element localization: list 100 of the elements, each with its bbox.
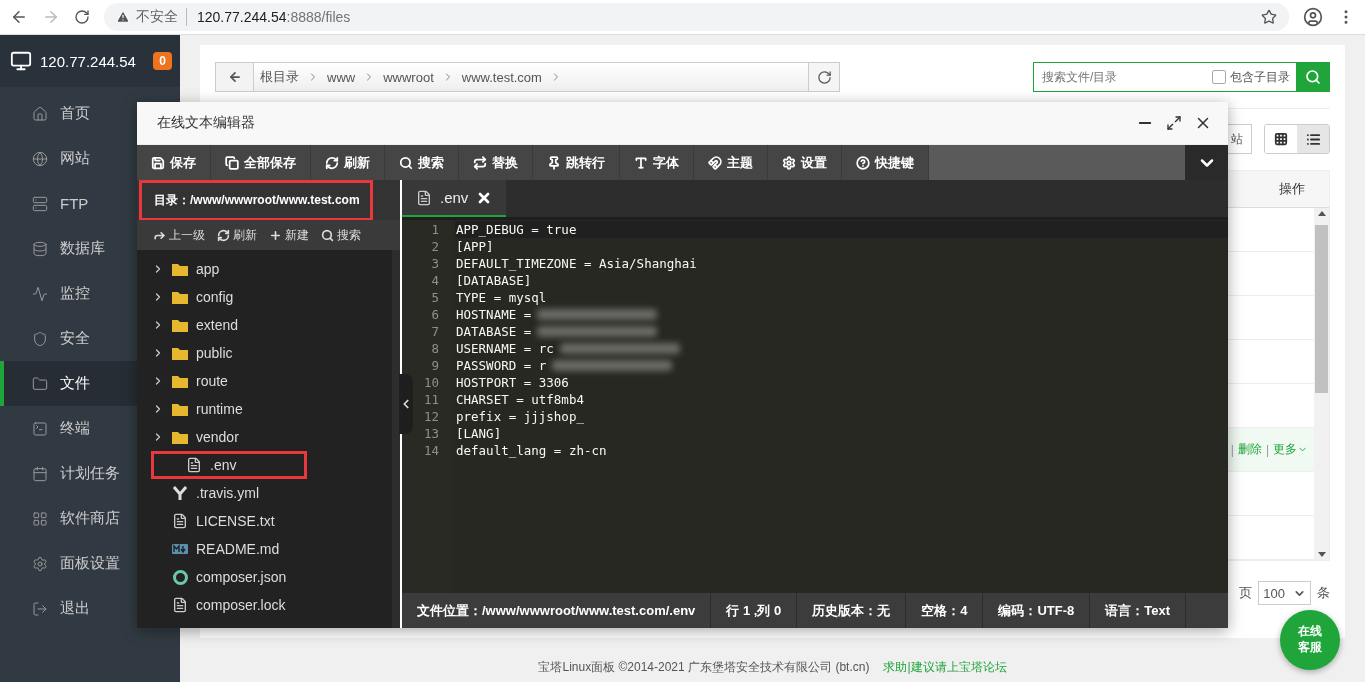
- status-item: 历史版本：无: [797, 593, 907, 628]
- back-icon[interactable]: [10, 8, 28, 26]
- toolbar-button[interactable]: 设置: [768, 145, 842, 180]
- line-number: 13: [422, 425, 440, 442]
- star-icon[interactable]: [1261, 9, 1277, 25]
- refresh-button[interactable]: [808, 63, 839, 91]
- scrollbar[interactable]: [392, 250, 400, 628]
- breadcrumb-link[interactable]: www.test.com: [461, 69, 542, 85]
- tree-toolbar-button[interactable]: 刷新: [217, 226, 257, 244]
- line-number: 7: [430, 323, 440, 340]
- database-icon: [32, 240, 48, 257]
- monitor-icon: [10, 50, 32, 72]
- list-icon: [1305, 131, 1321, 147]
- code-line: PASSWORD = r: [456, 357, 547, 374]
- document-icon: [416, 189, 432, 206]
- unit-label: 条: [1317, 584, 1330, 602]
- search-bar[interactable]: 搜索文件/目录 包含子目录: [1033, 62, 1330, 92]
- status-item: 语言：Text: [1090, 593, 1187, 628]
- toolbar-button[interactable]: 全部保存: [211, 145, 311, 180]
- status-item: 文件位置：/www/wwwroot/www.test.com/.env: [402, 593, 712, 628]
- code-line: DEFAULT_TIMEZONE = Asia/Shanghai: [456, 255, 697, 272]
- server-icon: [32, 195, 48, 212]
- page-size-select[interactable]: 100: [1258, 581, 1311, 605]
- toolbar-button[interactable]: 替换: [459, 145, 533, 180]
- toolbar-button[interactable]: 搜索: [385, 145, 459, 180]
- chart-icon: [32, 285, 48, 302]
- refresh-icon: [217, 228, 230, 242]
- toolbar-button[interactable]: 保存: [137, 145, 211, 180]
- code-line: [DATABASE]: [456, 272, 532, 289]
- globe-icon: [32, 150, 48, 167]
- sidebar-toggle[interactable]: [399, 374, 413, 434]
- file-tree-item[interactable]: .env: [151, 451, 307, 479]
- swap-icon: [473, 155, 487, 170]
- tree-toolbar-button[interactable]: 新建: [269, 226, 309, 244]
- status-item: 行 1 ,列 0: [711, 593, 798, 628]
- line-number: 4: [430, 272, 440, 289]
- toolbar-button[interactable]: 刷新: [311, 145, 385, 180]
- scrollbar[interactable]: [1314, 208, 1329, 560]
- search-icon: [1305, 69, 1321, 85]
- warning-icon: [116, 10, 130, 24]
- toolbar-button[interactable]: 主题: [694, 145, 768, 180]
- reload-icon[interactable]: [74, 9, 90, 25]
- markdown-icon: [172, 544, 188, 554]
- code-line: TYPE = mysql: [456, 289, 547, 306]
- help-icon: [856, 155, 870, 170]
- code-line: HOSTNAME =: [456, 306, 532, 323]
- checkbox[interactable]: [1212, 70, 1226, 84]
- column-header: 操作: [1279, 180, 1305, 198]
- list-view-button[interactable]: [1297, 125, 1329, 153]
- line-number: 12: [422, 408, 440, 425]
- house-icon: [32, 105, 48, 122]
- maximize-icon[interactable]: [1166, 115, 1182, 131]
- gear-icon: [32, 555, 48, 572]
- search-icon: [399, 155, 413, 170]
- folder-icon: [172, 290, 188, 304]
- breadcrumb-link[interactable]: www: [327, 69, 356, 85]
- document-icon: [172, 513, 188, 529]
- refresh-icon: [325, 155, 339, 170]
- toolbar-button[interactable]: 字体: [620, 145, 694, 180]
- tree-toolbar-button[interactable]: 上一级: [153, 226, 205, 244]
- back-button[interactable]: [216, 63, 254, 91]
- server-host: 120.77.244.54: [40, 52, 137, 70]
- search-icon: [321, 228, 334, 242]
- code-line: [LANG]: [456, 425, 502, 442]
- line-number: 1: [430, 221, 440, 238]
- address-bar[interactable]: 不安全 120.77.244.54:8888/files: [104, 3, 1289, 31]
- toolbar-button[interactable]: 快捷键: [842, 145, 929, 180]
- separator: |: [1265, 442, 1269, 457]
- code-line: HOSTPORT = 3306: [456, 374, 569, 391]
- code-line: [APP]: [456, 238, 494, 255]
- line-number: 11: [422, 391, 440, 408]
- folder-icon: [172, 374, 188, 388]
- back-arrow-icon: [227, 70, 242, 84]
- editor-tab[interactable]: .env: [402, 180, 507, 217]
- line-number: 3: [430, 255, 440, 272]
- copy-icon: [225, 155, 239, 170]
- y-shape-icon: [172, 485, 188, 501]
- tree-toolbar-button[interactable]: 搜索: [321, 226, 361, 244]
- folder-icon: [32, 375, 48, 392]
- toolbar-button[interactable]: 跳转行: [533, 145, 620, 180]
- search-button[interactable]: [1296, 62, 1330, 92]
- refresh-icon: [816, 69, 832, 85]
- collapse-button[interactable]: [1185, 145, 1228, 180]
- dialog-title: 在线文本编辑器: [157, 114, 256, 132]
- breadcrumb-link[interactable]: wwwroot: [383, 69, 434, 85]
- profile-icon[interactable]: [1303, 7, 1323, 27]
- breadcrumb-link[interactable]: 根目录: [260, 68, 299, 86]
- grid-icon: [1274, 132, 1288, 146]
- checkbox-label: 包含子目录: [1230, 68, 1290, 86]
- code-line: DATABASE =: [456, 323, 532, 340]
- copyright-text: 宝塔Linux面板 ©2014-2021 广东堡塔安全技术有限公司 (bt.cn): [538, 659, 870, 676]
- search-field[interactable]: 搜索文件/目录: [1034, 63, 1212, 91]
- text-icon: [634, 155, 648, 170]
- save-icon: [151, 155, 165, 170]
- plus-icon: [269, 228, 282, 242]
- line-number: 2: [430, 238, 440, 255]
- code-line: CHARSET = utf8mb4: [456, 391, 584, 408]
- security-label: 不安全: [136, 8, 187, 26]
- grid-icon: [32, 510, 48, 527]
- url-text: 120.77.244.54:8888/files: [196, 9, 351, 25]
